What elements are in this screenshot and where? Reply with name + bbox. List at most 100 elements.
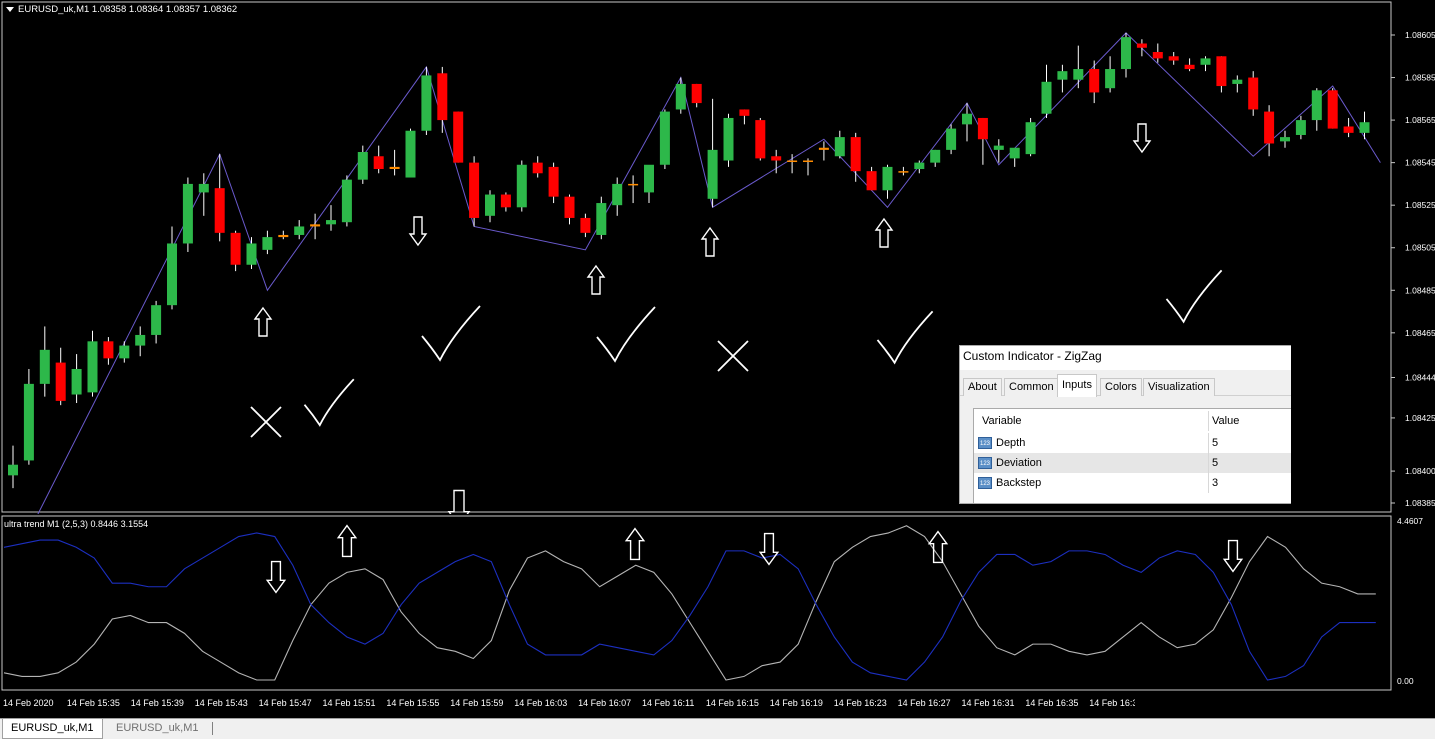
variable-name: Depth — [996, 437, 1026, 449]
candle-body — [421, 75, 432, 131]
candle-body — [1025, 122, 1036, 155]
candle-body — [214, 188, 225, 233]
tab-about[interactable]: About — [963, 378, 1002, 396]
candle-body — [182, 183, 193, 244]
time-tick-label: 14 Feb 16:23 — [833, 698, 887, 708]
candle-body — [628, 183, 639, 186]
candle-body — [23, 383, 34, 461]
price-tick-label: 1.08525 — [1405, 200, 1435, 210]
candle-body — [469, 162, 480, 218]
down-arrow — [758, 532, 780, 566]
down-arrow — [1222, 539, 1244, 573]
tab-divider — [212, 722, 213, 735]
tab-visualization[interactable]: Visualization — [1143, 378, 1215, 396]
time-axis: 14 Feb 2020 14 Feb 15:35 14 Feb 15:39 14 Fe… — [0, 692, 1135, 718]
check-mark — [1165, 269, 1223, 324]
candle-body — [500, 194, 511, 208]
dropdown-triangle-icon[interactable] — [6, 6, 14, 12]
candle-body — [977, 117, 988, 140]
candle-body — [675, 83, 686, 110]
candle-body — [644, 164, 654, 193]
candle-body — [882, 166, 893, 191]
tab-inputs[interactable]: Inputs — [1057, 374, 1097, 397]
numeric-123-icon: 123 — [978, 477, 992, 489]
time-tick-label: 14 Feb 16:11 — [642, 698, 695, 708]
candle-body — [612, 183, 623, 206]
candle-body — [1359, 122, 1370, 133]
candle-body — [246, 243, 257, 265]
candle-body — [1295, 120, 1306, 135]
column-variable[interactable]: Variable — [982, 415, 1022, 427]
candle-body — [1280, 137, 1290, 142]
candle-body — [1089, 69, 1100, 93]
time-tick-label: 14 Feb 16:39 — [1089, 698, 1135, 708]
time-tick-label: 14 Feb 15:51 — [322, 698, 376, 708]
grid-header: Variable Value — [974, 411, 1291, 431]
candle-body — [659, 111, 670, 165]
variable-value[interactable]: 5 — [1212, 437, 1218, 449]
candle-body — [55, 362, 66, 401]
candle-body — [962, 113, 972, 125]
symbol-title-text: EURUSD_uk,M1 1.08358 1.08364 1.08357 1.0… — [18, 4, 238, 15]
candle-body — [294, 226, 305, 235]
column-value[interactable]: Value — [1212, 415, 1239, 427]
down-arrow — [265, 560, 287, 594]
price-tick-label: 1.08605 — [1405, 30, 1435, 40]
custom-indicator-dialog[interactable]: Custom Indicator - ZigZag About Common I… — [959, 345, 1291, 504]
grid-row-depth[interactable]: 123 Depth 5 — [974, 433, 1291, 453]
chart-tab-bar: EURUSD_uk,M1 EURUSD_uk,M1 — [0, 718, 1435, 739]
candle-body — [1041, 81, 1052, 114]
candle-body — [1184, 64, 1195, 70]
time-tick-label: 14 Feb 16:27 — [897, 698, 951, 708]
candle-body — [866, 171, 877, 191]
candle-body — [739, 109, 750, 116]
candle-body — [787, 160, 798, 163]
dialog-title: Custom Indicator - ZigZag — [960, 346, 1291, 370]
candle-body — [1343, 126, 1354, 133]
check-mark — [876, 310, 934, 365]
up-arrow — [700, 226, 720, 257]
time-tick-label: 14 Feb 16:31 — [961, 698, 1015, 708]
indicator-subwindow[interactable]: 4.4607 0.00 — [0, 514, 1435, 692]
candle-body — [1168, 56, 1179, 61]
candle-body — [1105, 69, 1116, 89]
candle-body — [532, 162, 543, 174]
candle-body — [691, 83, 702, 104]
time-tick-label: 14 Feb 16:19 — [769, 698, 823, 708]
grid-row-deviation[interactable]: 123 Deviation 5 — [974, 453, 1291, 473]
candle-body — [341, 179, 352, 223]
time-tick-label: 14 Feb 16:15 — [705, 698, 759, 708]
price-tick-label: 1.08545 — [1405, 158, 1435, 168]
indicator-axis-label: 0.00 — [1397, 676, 1414, 686]
price-tick-label: 1.08465 — [1405, 328, 1435, 338]
candle-body — [946, 128, 957, 150]
time-tick-label: 14 Feb 16:03 — [514, 698, 568, 708]
candle-body — [39, 349, 50, 384]
price-tick-label: 1.08425 — [1405, 413, 1435, 423]
chart-tab-active[interactable]: EURUSD_uk,M1 — [2, 719, 103, 739]
time-tick-label: 14 Feb 16:07 — [578, 698, 632, 708]
price-tick-label: 1.08385 — [1405, 498, 1435, 508]
variable-value[interactable]: 5 — [1212, 457, 1218, 469]
chart-tab-inactive[interactable]: EURUSD_uk,M1 — [108, 719, 207, 738]
candle-body — [1200, 58, 1211, 65]
variable-value[interactable]: 3 — [1212, 477, 1218, 489]
cross-mark — [250, 406, 282, 438]
candle-body — [310, 224, 321, 227]
candle-body — [357, 152, 368, 180]
candle-body — [834, 137, 845, 157]
candle-body — [1121, 37, 1131, 70]
candle-body — [1248, 77, 1259, 110]
tab-colors[interactable]: Colors — [1100, 378, 1142, 396]
price-tick-label: 1.08565 — [1405, 115, 1435, 125]
candle-body — [771, 156, 782, 161]
indicator-gray-line — [3, 525, 1376, 681]
up-arrow — [624, 527, 646, 561]
candle-body — [198, 183, 209, 193]
candle-body — [103, 341, 114, 359]
time-tick-label: 14 Feb 15:55 — [386, 698, 440, 708]
grid-row-backstep[interactable]: 123 Backstep 3 — [974, 473, 1291, 493]
candle-body — [1216, 56, 1227, 87]
tab-common[interactable]: Common — [1004, 378, 1059, 396]
check-mark — [421, 305, 481, 362]
